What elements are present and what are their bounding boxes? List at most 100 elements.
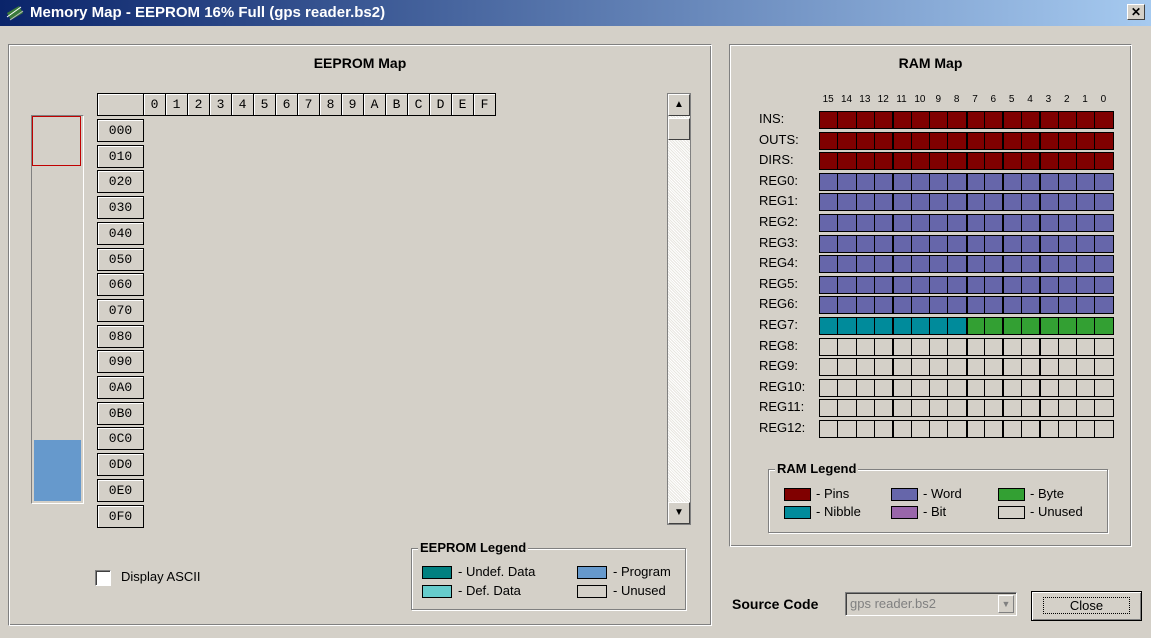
scroll-up-icon[interactable]: ▲ — [668, 94, 690, 116]
ram-bit-cell — [1057, 172, 1077, 191]
ram-bit-cell — [1020, 399, 1041, 418]
ram-bit-cell — [819, 420, 839, 438]
eeprom-col-header: 4 — [231, 93, 254, 116]
ram-bit-cell — [929, 111, 949, 129]
ram-bit-cell — [874, 399, 894, 418]
ram-bit-cell — [819, 131, 839, 150]
ram-bit-cell — [1020, 172, 1041, 191]
eeprom-col-header: 7 — [297, 93, 320, 116]
ram-bit-cell — [874, 275, 894, 294]
scroll-down-icon[interactable]: ▼ — [668, 502, 690, 524]
ram-bit-cell — [837, 214, 857, 232]
ram-bit-cell — [855, 172, 876, 191]
close-window-icon[interactable]: ✕ — [1127, 4, 1145, 20]
ram-bit-cell — [1094, 255, 1114, 274]
eeprom-col-header: 1 — [165, 93, 188, 116]
source-code-select[interactable]: gps reader.bs2 ▼ — [845, 592, 1017, 616]
eeprom-row-header: 0E0 — [97, 478, 144, 502]
ram-row-label: INS: — [759, 111, 785, 126]
ram-bit-cell — [1094, 111, 1114, 129]
eeprom-usage-fill — [34, 440, 81, 501]
ram-bit-cell — [837, 317, 857, 335]
ram-bit-header: 8 — [953, 94, 960, 105]
ram-bit-cell — [837, 399, 857, 418]
display-ascii-label[interactable]: Display ASCII — [121, 569, 200, 584]
ram-bit-cell — [819, 255, 839, 274]
chevron-down-icon[interactable]: ▼ — [998, 595, 1014, 613]
ram-bit-cell — [984, 358, 1004, 377]
ram-bit-cell — [874, 296, 894, 315]
ram-bit-cell — [984, 131, 1004, 150]
eeprom-legend-title: EEPROM Legend — [418, 540, 529, 555]
ram-bit-cell — [819, 234, 839, 253]
ram-bit-cell — [874, 234, 894, 253]
ram-bit-cell — [947, 337, 967, 356]
ram-bit-cell — [1020, 214, 1041, 232]
ram-bit-cell — [1075, 152, 1096, 171]
eeprom-row-header: 010 — [97, 144, 144, 168]
ram-bit-cell — [1094, 152, 1114, 171]
ram-title: RAM Map — [898, 55, 963, 71]
ram-bit-cell — [819, 152, 839, 171]
ram-bit-cell — [1020, 420, 1041, 438]
ram-bit-cell — [1057, 214, 1077, 232]
eeprom-legend-swatch — [422, 585, 452, 598]
ram-bit-cell — [929, 399, 949, 418]
ram-bit-cell — [1002, 111, 1022, 129]
ram-bit-cell — [1039, 255, 1059, 274]
ram-bit-cell — [1075, 214, 1096, 232]
ram-bit-cell — [1094, 378, 1114, 397]
ram-bit-cell — [910, 214, 931, 232]
close-button[interactable]: Close — [1031, 591, 1142, 621]
ram-bit-cell — [910, 378, 931, 397]
ram-bit-cell — [1002, 172, 1022, 191]
ram-bit-cell — [947, 420, 967, 438]
ram-bit-cell — [1057, 399, 1077, 418]
ram-bit-cell — [929, 337, 949, 356]
ram-bit-cell — [874, 214, 894, 232]
ram-bit-cell — [965, 378, 986, 397]
ram-row-label: REG1: — [759, 193, 799, 209]
scroll-thumb[interactable] — [668, 118, 690, 140]
ram-bit-cell — [1002, 214, 1022, 232]
ram-bit-cell — [837, 255, 857, 274]
ram-bit-cell — [984, 296, 1004, 315]
ram-legend: RAM Legend - Pins - Word - Byte - Nibble - B… — [768, 461, 1108, 533]
ram-bit-cell — [1002, 193, 1022, 212]
ram-bit-cell — [984, 234, 1004, 253]
ram-row-label: REG7: — [759, 317, 799, 332]
ram-bit-cell — [929, 234, 949, 253]
eeprom-legend-swatch — [577, 585, 607, 598]
ram-bit-cell — [1057, 255, 1077, 274]
ram-bit-cell — [837, 131, 857, 150]
ram-bit-cell — [855, 296, 876, 315]
ram-bit-cell — [1094, 275, 1114, 294]
eeprom-legend-label: - Program — [613, 564, 671, 579]
eeprom-col-header: 8 — [319, 93, 342, 116]
ram-bit-cell — [1094, 337, 1114, 356]
eeprom-row-header: 020 — [97, 170, 144, 194]
ram-bit-cell — [965, 152, 986, 171]
ram-bit-cell — [965, 193, 986, 212]
ram-bit-cell — [1002, 420, 1022, 438]
eeprom-col-header: E — [451, 93, 474, 116]
ram-bit-header: 4 — [1027, 94, 1033, 105]
ram-bit-cell — [837, 172, 857, 191]
ram-bit-cell — [1020, 234, 1041, 253]
display-ascii-checkbox[interactable] — [95, 570, 111, 586]
eeprom-scrollbar[interactable]: ▲ ▼ — [667, 93, 691, 525]
ram-bit-cell — [819, 214, 839, 232]
ram-legend-swatch — [891, 506, 918, 519]
ram-row-label: REG0: — [759, 172, 799, 188]
ram-bit-cell — [855, 255, 876, 274]
ram-bit-cell — [892, 111, 912, 129]
ram-legend-swatch — [784, 488, 811, 501]
ram-bit-cell — [965, 131, 986, 150]
ram-bit-cell — [855, 234, 876, 253]
eeprom-col-header: F — [473, 93, 496, 116]
ram-bit-cell — [965, 399, 986, 418]
eeprom-row-header: 0F0 — [97, 504, 144, 528]
ram-bit-cell — [855, 193, 876, 212]
eeprom-legend-label: - Unused — [613, 583, 666, 598]
eeprom-col-header: C — [407, 93, 430, 116]
